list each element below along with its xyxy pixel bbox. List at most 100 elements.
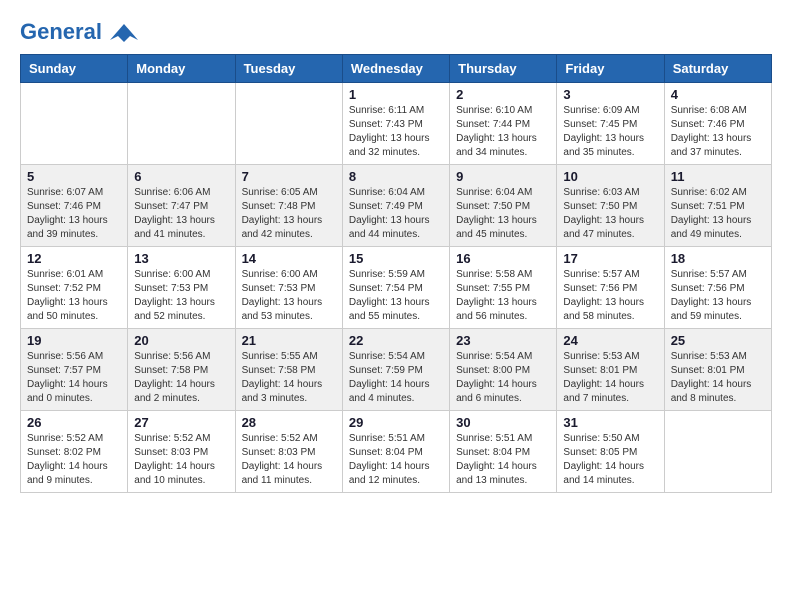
day-info: Sunrise: 5:59 AM Sunset: 7:54 PM Dayligh…	[349, 268, 443, 324]
day-number: 20	[134, 333, 228, 348]
day-info: Sunrise: 6:04 AM Sunset: 7:49 PM Dayligh…	[349, 186, 443, 242]
day-info: Sunrise: 6:10 AM Sunset: 7:44 PM Dayligh…	[456, 104, 550, 160]
calendar-cell: 11 Sunrise: 6:02 AM Sunset: 7:51 PM Dayli…	[664, 165, 771, 247]
day-number: 11	[671, 169, 765, 184]
weekday-header-sunday: Sunday	[21, 55, 128, 83]
calendar-cell: 17 Sunrise: 5:57 AM Sunset: 7:56 PM Dayli…	[557, 247, 664, 329]
day-number: 27	[134, 415, 228, 430]
calendar-cell: 13Sunrise: 6:00 AM Sunset: 7:53 PM Dayli…	[128, 247, 235, 329]
day-info: Sunrise: 5:54 AM Sunset: 8:00 PM Dayligh…	[456, 350, 550, 406]
day-info: Sunrise: 5:54 AM Sunset: 7:59 PM Dayligh…	[349, 350, 443, 406]
weekday-header-monday: Monday	[128, 55, 235, 83]
day-info: Sunrise: 6:02 AM Sunset: 7:51 PM Dayligh…	[671, 186, 765, 242]
day-number: 31	[563, 415, 657, 430]
calendar-cell: 27 Sunrise: 5:52 AM Sunset: 8:03 PM Dayli…	[128, 411, 235, 493]
day-number: 8	[349, 169, 443, 184]
calendar-week-row: 19 Sunrise: 5:56 AM Sunset: 7:57 PM Dayli…	[21, 329, 772, 411]
day-number: 17	[563, 251, 657, 266]
calendar-cell: 19 Sunrise: 5:56 AM Sunset: 7:57 PM Dayli…	[21, 329, 128, 411]
day-info: Sunrise: 6:11 AM Sunset: 7:43 PM Dayligh…	[349, 104, 443, 160]
calendar-cell: 14Sunrise: 6:00 AM Sunset: 7:53 PM Dayli…	[235, 247, 342, 329]
day-info: Sunrise: 6:01 AM Sunset: 7:52 PM Dayligh…	[27, 268, 121, 324]
calendar-cell: 9 Sunrise: 6:04 AM Sunset: 7:50 PM Daylig…	[450, 165, 557, 247]
calendar-cell: 16Sunrise: 5:58 AM Sunset: 7:55 PM Dayli…	[450, 247, 557, 329]
calendar-table: SundayMondayTuesdayWednesdayThursdayFrid…	[20, 54, 772, 493]
day-number: 28	[242, 415, 336, 430]
calendar-cell: 20 Sunrise: 5:56 AM Sunset: 7:58 PM Dayli…	[128, 329, 235, 411]
day-info: Sunrise: 5:50 AM Sunset: 8:05 PM Dayligh…	[563, 432, 657, 488]
day-number: 22	[349, 333, 443, 348]
day-info: Sunrise: 5:58 AM Sunset: 7:55 PM Dayligh…	[456, 268, 550, 324]
day-number: 25	[671, 333, 765, 348]
day-info: Sunrise: 5:52 AM Sunset: 8:03 PM Dayligh…	[242, 432, 336, 488]
day-info: Sunrise: 6:09 AM Sunset: 7:45 PM Dayligh…	[563, 104, 657, 160]
calendar-cell: 5Sunrise: 6:07 AM Sunset: 7:46 PM Daylig…	[21, 165, 128, 247]
page-header: General	[20, 20, 772, 44]
day-number: 3	[563, 87, 657, 102]
day-info: Sunrise: 6:04 AM Sunset: 7:50 PM Dayligh…	[456, 186, 550, 242]
calendar-cell	[235, 83, 342, 165]
calendar-week-row: 5Sunrise: 6:07 AM Sunset: 7:46 PM Daylig…	[21, 165, 772, 247]
day-number: 18	[671, 251, 765, 266]
day-info: Sunrise: 5:52 AM Sunset: 8:02 PM Dayligh…	[27, 432, 121, 488]
calendar-cell: 2 Sunrise: 6:10 AM Sunset: 7:44 PM Daylig…	[450, 83, 557, 165]
calendar-cell: 29Sunrise: 5:51 AM Sunset: 8:04 PM Dayli…	[342, 411, 449, 493]
calendar-cell: 18 Sunrise: 5:57 AM Sunset: 7:56 PM Dayli…	[664, 247, 771, 329]
calendar-cell: 12 Sunrise: 6:01 AM Sunset: 7:52 PM Dayli…	[21, 247, 128, 329]
calendar-week-row: 26 Sunrise: 5:52 AM Sunset: 8:02 PM Dayli…	[21, 411, 772, 493]
weekday-header-row: SundayMondayTuesdayWednesdayThursdayFrid…	[21, 55, 772, 83]
day-number: 2	[456, 87, 550, 102]
day-number: 24	[563, 333, 657, 348]
day-info: Sunrise: 6:08 AM Sunset: 7:46 PM Dayligh…	[671, 104, 765, 160]
calendar-cell: 15 Sunrise: 5:59 AM Sunset: 7:54 PM Dayli…	[342, 247, 449, 329]
weekday-header-thursday: Thursday	[450, 55, 557, 83]
weekday-header-tuesday: Tuesday	[235, 55, 342, 83]
calendar-cell: 24 Sunrise: 5:53 AM Sunset: 8:01 PM Dayli…	[557, 329, 664, 411]
day-info: Sunrise: 6:03 AM Sunset: 7:50 PM Dayligh…	[563, 186, 657, 242]
day-info: Sunrise: 5:55 AM Sunset: 7:58 PM Dayligh…	[242, 350, 336, 406]
day-info: Sunrise: 5:53 AM Sunset: 8:01 PM Dayligh…	[671, 350, 765, 406]
calendar-cell: 26 Sunrise: 5:52 AM Sunset: 8:02 PM Dayli…	[21, 411, 128, 493]
day-info: Sunrise: 6:00 AM Sunset: 7:53 PM Dayligh…	[134, 268, 228, 324]
calendar-cell: 6 Sunrise: 6:06 AM Sunset: 7:47 PM Daylig…	[128, 165, 235, 247]
day-number: 7	[242, 169, 336, 184]
day-number: 1	[349, 87, 443, 102]
day-info: Sunrise: 6:06 AM Sunset: 7:47 PM Dayligh…	[134, 186, 228, 242]
calendar-cell: 3 Sunrise: 6:09 AM Sunset: 7:45 PM Daylig…	[557, 83, 664, 165]
day-number: 19	[27, 333, 121, 348]
day-number: 21	[242, 333, 336, 348]
logo-bird-icon	[110, 22, 138, 44]
day-number: 9	[456, 169, 550, 184]
day-number: 26	[27, 415, 121, 430]
day-info: Sunrise: 5:52 AM Sunset: 8:03 PM Dayligh…	[134, 432, 228, 488]
calendar-cell: 28 Sunrise: 5:52 AM Sunset: 8:03 PM Dayli…	[235, 411, 342, 493]
logo-text: General	[20, 20, 140, 44]
day-number: 12	[27, 251, 121, 266]
calendar-cell: 30 Sunrise: 5:51 AM Sunset: 8:04 PM Dayli…	[450, 411, 557, 493]
calendar-cell: 22 Sunrise: 5:54 AM Sunset: 7:59 PM Dayli…	[342, 329, 449, 411]
day-number: 30	[456, 415, 550, 430]
calendar-week-row: 1 Sunrise: 6:11 AM Sunset: 7:43 PM Daylig…	[21, 83, 772, 165]
weekday-header-wednesday: Wednesday	[342, 55, 449, 83]
day-info: Sunrise: 5:51 AM Sunset: 8:04 PM Dayligh…	[349, 432, 443, 488]
calendar-cell: 4Sunrise: 6:08 AM Sunset: 7:46 PM Daylig…	[664, 83, 771, 165]
day-info: Sunrise: 6:05 AM Sunset: 7:48 PM Dayligh…	[242, 186, 336, 242]
day-info: Sunrise: 5:51 AM Sunset: 8:04 PM Dayligh…	[456, 432, 550, 488]
calendar-cell: 25 Sunrise: 5:53 AM Sunset: 8:01 PM Dayli…	[664, 329, 771, 411]
day-number: 23	[456, 333, 550, 348]
day-info: Sunrise: 5:56 AM Sunset: 7:57 PM Dayligh…	[27, 350, 121, 406]
day-number: 6	[134, 169, 228, 184]
calendar-cell: 7 Sunrise: 6:05 AM Sunset: 7:48 PM Daylig…	[235, 165, 342, 247]
calendar-cell: 31 Sunrise: 5:50 AM Sunset: 8:05 PM Dayli…	[557, 411, 664, 493]
day-info: Sunrise: 5:56 AM Sunset: 7:58 PM Dayligh…	[134, 350, 228, 406]
calendar-cell: 10Sunrise: 6:03 AM Sunset: 7:50 PM Dayli…	[557, 165, 664, 247]
weekday-header-friday: Friday	[557, 55, 664, 83]
day-number: 15	[349, 251, 443, 266]
calendar-cell: 1 Sunrise: 6:11 AM Sunset: 7:43 PM Daylig…	[342, 83, 449, 165]
day-info: Sunrise: 5:53 AM Sunset: 8:01 PM Dayligh…	[563, 350, 657, 406]
calendar-cell	[664, 411, 771, 493]
day-info: Sunrise: 5:57 AM Sunset: 7:56 PM Dayligh…	[671, 268, 765, 324]
calendar-cell: 8 Sunrise: 6:04 AM Sunset: 7:49 PM Daylig…	[342, 165, 449, 247]
day-info: Sunrise: 6:00 AM Sunset: 7:53 PM Dayligh…	[242, 268, 336, 324]
day-info: Sunrise: 5:57 AM Sunset: 7:56 PM Dayligh…	[563, 268, 657, 324]
